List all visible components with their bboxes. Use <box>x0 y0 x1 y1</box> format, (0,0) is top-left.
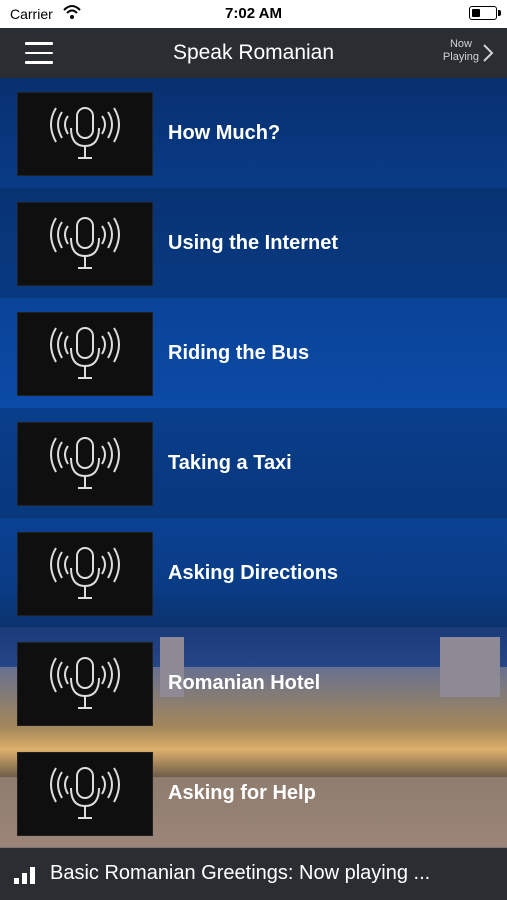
microphone-thumbnail <box>17 202 153 286</box>
list-item-label: Asking Directions <box>168 562 339 584</box>
now-playing-line2: Playing <box>442 51 479 63</box>
now-playing-bar[interactable]: Basic Romanian Greetings: Now playing ..… <box>0 848 507 900</box>
microphone-thumbnail <box>17 422 153 506</box>
list-item-label: Riding the Bus <box>168 342 310 364</box>
microphone-thumbnail <box>17 312 153 396</box>
list-item-label: Romanian Hotel <box>168 672 321 694</box>
phrase-list: How Much? Using the Internet Riding the … <box>0 78 507 848</box>
microphone-thumbnail <box>17 642 153 726</box>
list-item[interactable]: Taking a Taxi <box>0 408 507 518</box>
microphone-broadcast-icon <box>50 767 120 819</box>
microphone-broadcast-icon <box>50 217 120 269</box>
list-item-label: Taking a Taxi <box>168 452 292 474</box>
list-item-label: How Much? <box>168 122 281 144</box>
list-item[interactable]: Romanian Hotel <box>0 628 507 738</box>
list-item[interactable]: How Much? <box>0 78 507 188</box>
now-playing-text: Basic Romanian Greetings: Now playing ..… <box>50 862 431 884</box>
list-item[interactable]: Asking Directions <box>0 518 507 628</box>
microphone-broadcast-icon <box>50 437 120 489</box>
microphone-thumbnail <box>17 532 153 616</box>
list-item-label: Using the Internet <box>168 232 339 254</box>
microphone-broadcast-icon <box>50 547 120 599</box>
microphone-broadcast-icon <box>50 327 120 379</box>
microphone-broadcast-icon <box>50 657 120 709</box>
list-item[interactable]: Using the Internet <box>0 188 507 298</box>
microphone-thumbnail <box>17 92 153 176</box>
now-playing-button[interactable]: Now Playing <box>443 38 479 64</box>
status-bar: Carrier 7:02 AM <box>0 0 507 28</box>
page-title: Speak Romanian <box>172 41 335 64</box>
navigation-bar: Speak Romanian Now Playing <box>0 28 507 78</box>
battery-icon <box>469 6 501 20</box>
list-item-label: Asking for Help <box>168 782 316 804</box>
chevron-right-icon[interactable] <box>477 42 499 64</box>
now-playing-line1: Now <box>449 38 472 50</box>
status-time: 7:02 AM <box>225 5 282 22</box>
hamburger-menu-icon[interactable] <box>25 42 53 64</box>
list-item[interactable]: Asking for Help <box>0 738 507 848</box>
list-item[interactable]: Riding the Bus <box>0 298 507 408</box>
microphone-broadcast-icon <box>50 107 120 159</box>
audio-bars-icon <box>14 867 40 884</box>
microphone-thumbnail <box>17 752 153 836</box>
